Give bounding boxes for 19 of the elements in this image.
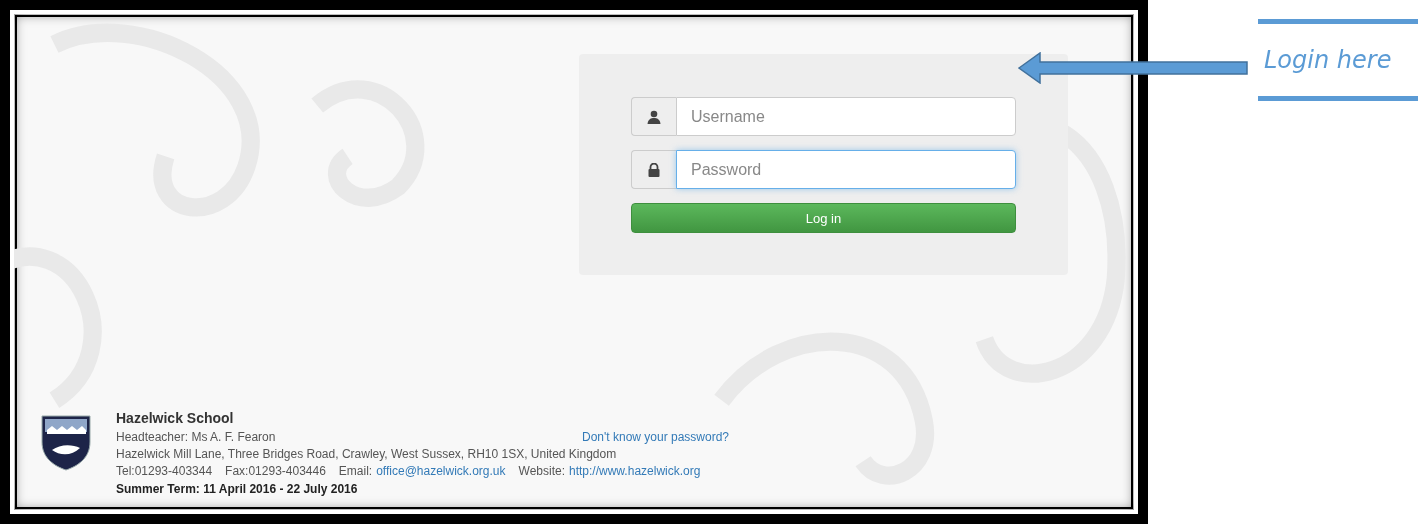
website-link[interactable]: http://www.hazelwick.org xyxy=(569,463,701,480)
fax-text: Fax:01293-403446 xyxy=(225,463,326,480)
forgot-password-link[interactable]: Don't know your password? xyxy=(582,430,730,444)
person-icon xyxy=(647,109,661,124)
school-crest-logo xyxy=(38,414,94,474)
address-text: Hazelwick Mill Lane, Three Bridges Road, Crawley, West Sussex, RH10 1SX, United Kingdom xyxy=(116,446,617,463)
email-label: Email: xyxy=(338,463,373,480)
telephone-text: Tel:01293-403344 xyxy=(116,463,213,480)
password-field[interactable]: Password xyxy=(676,150,1016,189)
term-dates: Summer Term: 11 April 2016 - 22 July 2016 xyxy=(116,481,358,498)
lock-icon xyxy=(647,162,661,177)
school-name: Hazelwick School xyxy=(116,410,234,426)
headteacher-text: Headteacher: Ms A. F. Fearon xyxy=(116,429,276,446)
left-arrow-icon xyxy=(1018,52,1248,84)
website-label: Website: xyxy=(518,463,565,480)
annotation-text: Login here xyxy=(1263,45,1393,76)
username-field[interactable]: Username xyxy=(676,97,1016,136)
email-link[interactable]: office@hazelwick.org.uk xyxy=(376,463,506,480)
login-button[interactable]: Log in xyxy=(631,203,1016,233)
